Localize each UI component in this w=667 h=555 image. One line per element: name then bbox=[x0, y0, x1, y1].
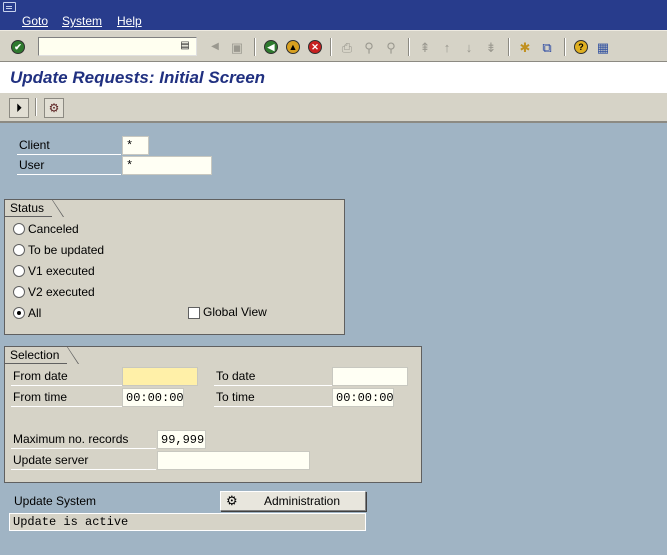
update-system-label: Update System bbox=[14, 494, 97, 508]
command-history-icon[interactable]: ▤ bbox=[180, 40, 190, 52]
gear-icon: ⚙ bbox=[226, 493, 238, 508]
previous-page-icon[interactable]: ↑ bbox=[438, 38, 456, 56]
radio-button[interactable] bbox=[13, 265, 25, 277]
radio-button-selected[interactable] bbox=[13, 307, 25, 319]
title-bar: Update Requests: Initial Screen bbox=[0, 62, 667, 93]
print-icon[interactable]: ⎙ bbox=[338, 38, 356, 56]
global-view-checkbox[interactable] bbox=[188, 307, 200, 319]
selection-group-title: Selection bbox=[4, 346, 80, 364]
menu-system[interactable]: System bbox=[62, 14, 102, 28]
administration-button-label: Administration bbox=[263, 494, 341, 508]
radio-button[interactable] bbox=[13, 286, 25, 298]
status-group-title: Status bbox=[4, 199, 65, 217]
user-input[interactable]: * bbox=[122, 156, 212, 175]
administration-icon[interactable]: ⚙ bbox=[44, 98, 64, 118]
client-input[interactable]: * bbox=[122, 136, 149, 155]
to-date-input[interactable] bbox=[332, 367, 408, 386]
radio-v2-executed[interactable]: V2 executed bbox=[13, 283, 95, 301]
system-menu-icon[interactable] bbox=[3, 2, 16, 12]
application-toolbar: ⏵ ⚙ bbox=[0, 93, 667, 123]
user-label: User bbox=[17, 156, 121, 175]
from-time-label: From time bbox=[11, 388, 122, 407]
max-records-input[interactable]: 99,999 bbox=[157, 430, 206, 449]
from-time-input[interactable]: 00:00:00 bbox=[122, 388, 184, 407]
global-view-label: Global View bbox=[203, 305, 267, 319]
back-icon[interactable]: ◀ bbox=[262, 38, 280, 56]
toolbar-separator bbox=[330, 38, 332, 56]
toolbar-separator bbox=[564, 38, 566, 56]
menu-help[interactable]: Help bbox=[117, 14, 142, 28]
update-status-field: Update is active bbox=[9, 513, 366, 531]
find-next-icon[interactable]: ⚲ bbox=[382, 38, 400, 56]
toolbar-separator bbox=[254, 38, 256, 56]
save-icon[interactable]: ▣ bbox=[228, 38, 246, 56]
menu-goto[interactable]: Goto bbox=[22, 14, 48, 28]
max-records-label: Maximum no. records bbox=[11, 430, 156, 449]
to-time-label: To time bbox=[214, 388, 332, 407]
first-page-icon[interactable]: ⇞ bbox=[416, 38, 434, 56]
radio-canceled[interactable]: Canceled bbox=[13, 220, 79, 238]
radio-button[interactable] bbox=[13, 244, 25, 256]
help-icon[interactable]: ? bbox=[572, 38, 590, 56]
execute-icon[interactable]: ⏵ bbox=[9, 98, 29, 118]
to-time-input[interactable]: 00:00:00 bbox=[332, 388, 394, 407]
update-server-label: Update server bbox=[11, 451, 156, 470]
radio-label: Canceled bbox=[28, 222, 79, 236]
collapse-icon[interactable]: ◀ bbox=[206, 38, 224, 56]
radio-label: V1 executed bbox=[28, 264, 95, 278]
toolbar-separator bbox=[35, 98, 37, 116]
command-field[interactable] bbox=[38, 37, 197, 56]
radio-label: V2 executed bbox=[28, 285, 95, 299]
radio-to-be-updated[interactable]: To be updated bbox=[13, 241, 104, 259]
from-date-label: From date bbox=[11, 367, 122, 386]
standard-toolbar: ✔ ▤ ◀ ▣ ◀ ▲ ✕ ⎙ ⚲ ⚲ ⇞ ↑ ↓ ⇟ ✱ ⧉ ? ▦ bbox=[0, 30, 667, 62]
client-label: Client bbox=[17, 136, 121, 155]
toolbar-separator bbox=[408, 38, 410, 56]
find-icon[interactable]: ⚲ bbox=[360, 38, 378, 56]
radio-v1-executed[interactable]: V1 executed bbox=[13, 262, 95, 280]
exit-icon[interactable]: ▲ bbox=[284, 38, 302, 56]
last-page-icon[interactable]: ⇟ bbox=[482, 38, 500, 56]
layout-icon[interactable]: ▦ bbox=[594, 38, 612, 56]
menu-bar: Goto System Help bbox=[0, 0, 667, 30]
radio-all[interactable]: All bbox=[13, 304, 41, 322]
administration-button[interactable]: ⚙ Administration bbox=[220, 491, 366, 511]
new-session-icon[interactable]: ✱ bbox=[516, 38, 534, 56]
toolbar-separator bbox=[508, 38, 510, 56]
radio-label: All bbox=[28, 306, 42, 320]
update-server-input[interactable] bbox=[157, 451, 310, 470]
radio-label: To be updated bbox=[28, 243, 105, 257]
next-page-icon[interactable]: ↓ bbox=[460, 38, 478, 56]
from-date-input[interactable] bbox=[122, 367, 198, 386]
page-title: Update Requests: Initial Screen bbox=[10, 68, 266, 87]
shortcut-icon[interactable]: ⧉ bbox=[538, 38, 556, 56]
status-group: Status Canceled To be updated V1 execute… bbox=[4, 199, 345, 335]
radio-button[interactable] bbox=[13, 223, 25, 235]
enter-icon[interactable]: ✔ bbox=[9, 38, 27, 56]
cancel-icon[interactable]: ✕ bbox=[306, 38, 324, 56]
to-date-label: To date bbox=[214, 367, 332, 386]
selection-group: Selection From date To date From time 00… bbox=[4, 346, 422, 483]
